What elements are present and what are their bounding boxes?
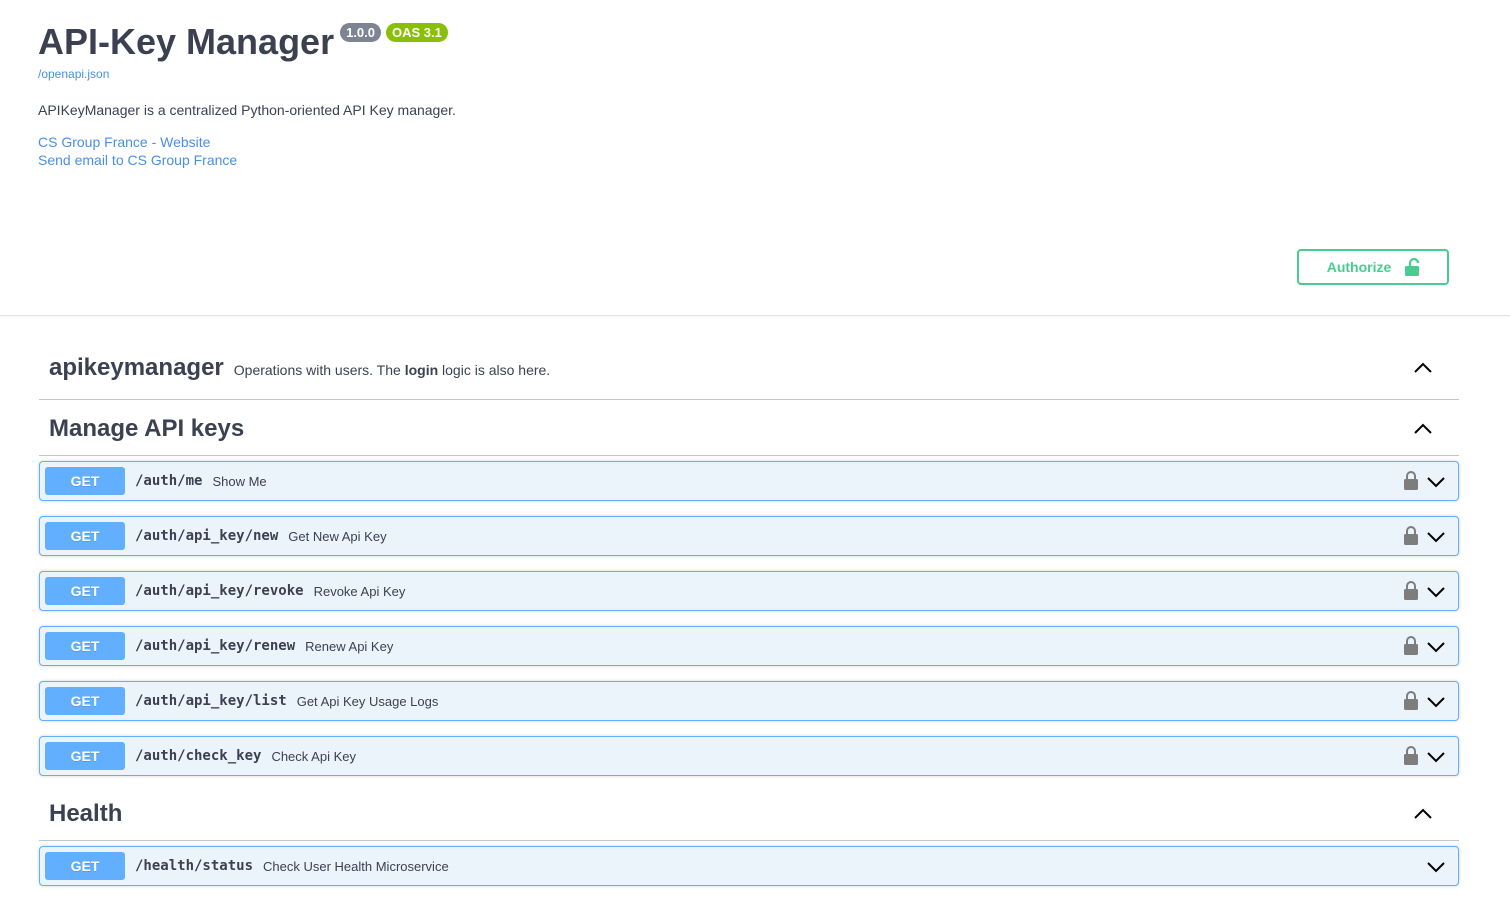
page-title: API-Key Manager	[38, 21, 335, 62]
lock-icon[interactable]	[1404, 745, 1418, 765]
operation-summary: Revoke Api Key	[313, 583, 406, 599]
lock-icon[interactable]	[1404, 635, 1418, 655]
title-row: API-Key Manager 1.0.0 OAS 3.1	[38, 20, 938, 64]
authorize-button[interactable]: Authorize	[1297, 249, 1449, 285]
chevron-down-icon[interactable]	[1426, 637, 1446, 657]
oas-badge: OAS 3.1	[386, 23, 448, 42]
chevron-up-icon[interactable]	[1413, 358, 1433, 378]
operation-path: /auth/api_key/renew	[135, 638, 296, 654]
operation-summary: Show Me	[212, 473, 267, 489]
operation-get-auth-api-key-revoke[interactable]: GET /auth/api_key/revoke Revoke Api Key	[39, 571, 1459, 611]
operation-path: /auth/check_key	[135, 748, 262, 764]
chevron-down-icon[interactable]	[1426, 582, 1446, 602]
api-info: API-Key Manager 1.0.0 OAS 3.1 /openapi.j…	[38, 20, 938, 169]
operation-get-auth-api-key-new[interactable]: GET /auth/api_key/new Get New Api Key	[39, 516, 1459, 556]
api-description: APIKeyManager is a centralized Python-or…	[38, 102, 456, 118]
chevron-up-icon[interactable]	[1413, 804, 1433, 824]
chevron-down-icon[interactable]	[1426, 692, 1446, 712]
tag-section-apikeymanager: apikeymanager Operations with users. The…	[39, 336, 1459, 400]
operation-path: /auth/api_key/new	[135, 528, 279, 544]
lock-icon[interactable]	[1404, 690, 1418, 710]
operation-summary: Check User Health Microservice	[263, 858, 449, 874]
operation-get-auth-check-key[interactable]: GET /auth/check_key Check Api Key	[39, 736, 1459, 776]
operation-summary: Get New Api Key	[288, 528, 387, 544]
header-divider	[0, 315, 1510, 316]
operation-path: /auth/api_key/revoke	[135, 583, 304, 599]
unlocked-lock-icon	[1405, 258, 1420, 276]
method-badge: GET	[45, 687, 125, 715]
lock-icon[interactable]	[1404, 580, 1418, 600]
chevron-up-icon[interactable]	[1413, 419, 1433, 439]
tag-description: Operations with users. The login logic i…	[233, 361, 551, 378]
operation-get-health-status[interactable]: GET /health/status Check User Health Mic…	[39, 846, 1459, 886]
method-badge: GET	[45, 632, 125, 660]
operation-get-auth-api-key-list[interactable]: GET /auth/api_key/list Get Api Key Usage…	[39, 681, 1459, 721]
chevron-down-icon[interactable]	[1426, 527, 1446, 547]
tag-header-apikeymanager[interactable]: apikeymanager Operations with users. The…	[39, 336, 1459, 400]
authorize-label: Authorize	[1326, 259, 1392, 275]
tag-header-manage-api-keys[interactable]: Manage API keys	[39, 402, 1459, 456]
operation-path: /auth/api_key/list	[135, 693, 287, 709]
contact-links: CS Group France - Website Send email to …	[38, 133, 938, 169]
tag-section-manage-api-keys: Manage API keys	[39, 402, 1459, 456]
tag-name: Manage API keys	[49, 414, 245, 442]
lock-icon[interactable]	[1404, 470, 1418, 490]
chevron-down-icon[interactable]	[1426, 747, 1446, 767]
website-link[interactable]: CS Group France - Website	[38, 133, 938, 151]
method-badge: GET	[45, 852, 125, 880]
chevron-down-icon[interactable]	[1426, 472, 1446, 492]
operation-get-auth-api-key-renew[interactable]: GET /auth/api_key/renew Renew Api Key	[39, 626, 1459, 666]
operation-get-auth-me[interactable]: GET /auth/me Show Me	[39, 461, 1459, 501]
tag-header-health[interactable]: Health	[39, 788, 1459, 841]
openapi-spec-link[interactable]: /openapi.json	[38, 67, 938, 81]
method-badge: GET	[45, 742, 125, 770]
operation-path: /health/status	[135, 858, 254, 874]
operation-summary: Check Api Key	[271, 748, 356, 764]
tag-section-health: Health	[39, 788, 1459, 841]
version-badge: 1.0.0	[340, 23, 382, 42]
lock-icon[interactable]	[1404, 525, 1418, 545]
operation-path: /auth/me	[135, 473, 203, 489]
operation-summary: Renew Api Key	[305, 638, 394, 654]
method-badge: GET	[45, 522, 125, 550]
tag-name: apikeymanager	[49, 353, 224, 381]
method-badge: GET	[45, 577, 125, 605]
email-link[interactable]: Send email to CS Group France	[38, 151, 938, 169]
operation-summary: Get Api Key Usage Logs	[296, 693, 439, 709]
chevron-down-icon[interactable]	[1426, 857, 1446, 877]
tag-name: Health	[49, 800, 123, 827]
method-badge: GET	[45, 467, 125, 495]
